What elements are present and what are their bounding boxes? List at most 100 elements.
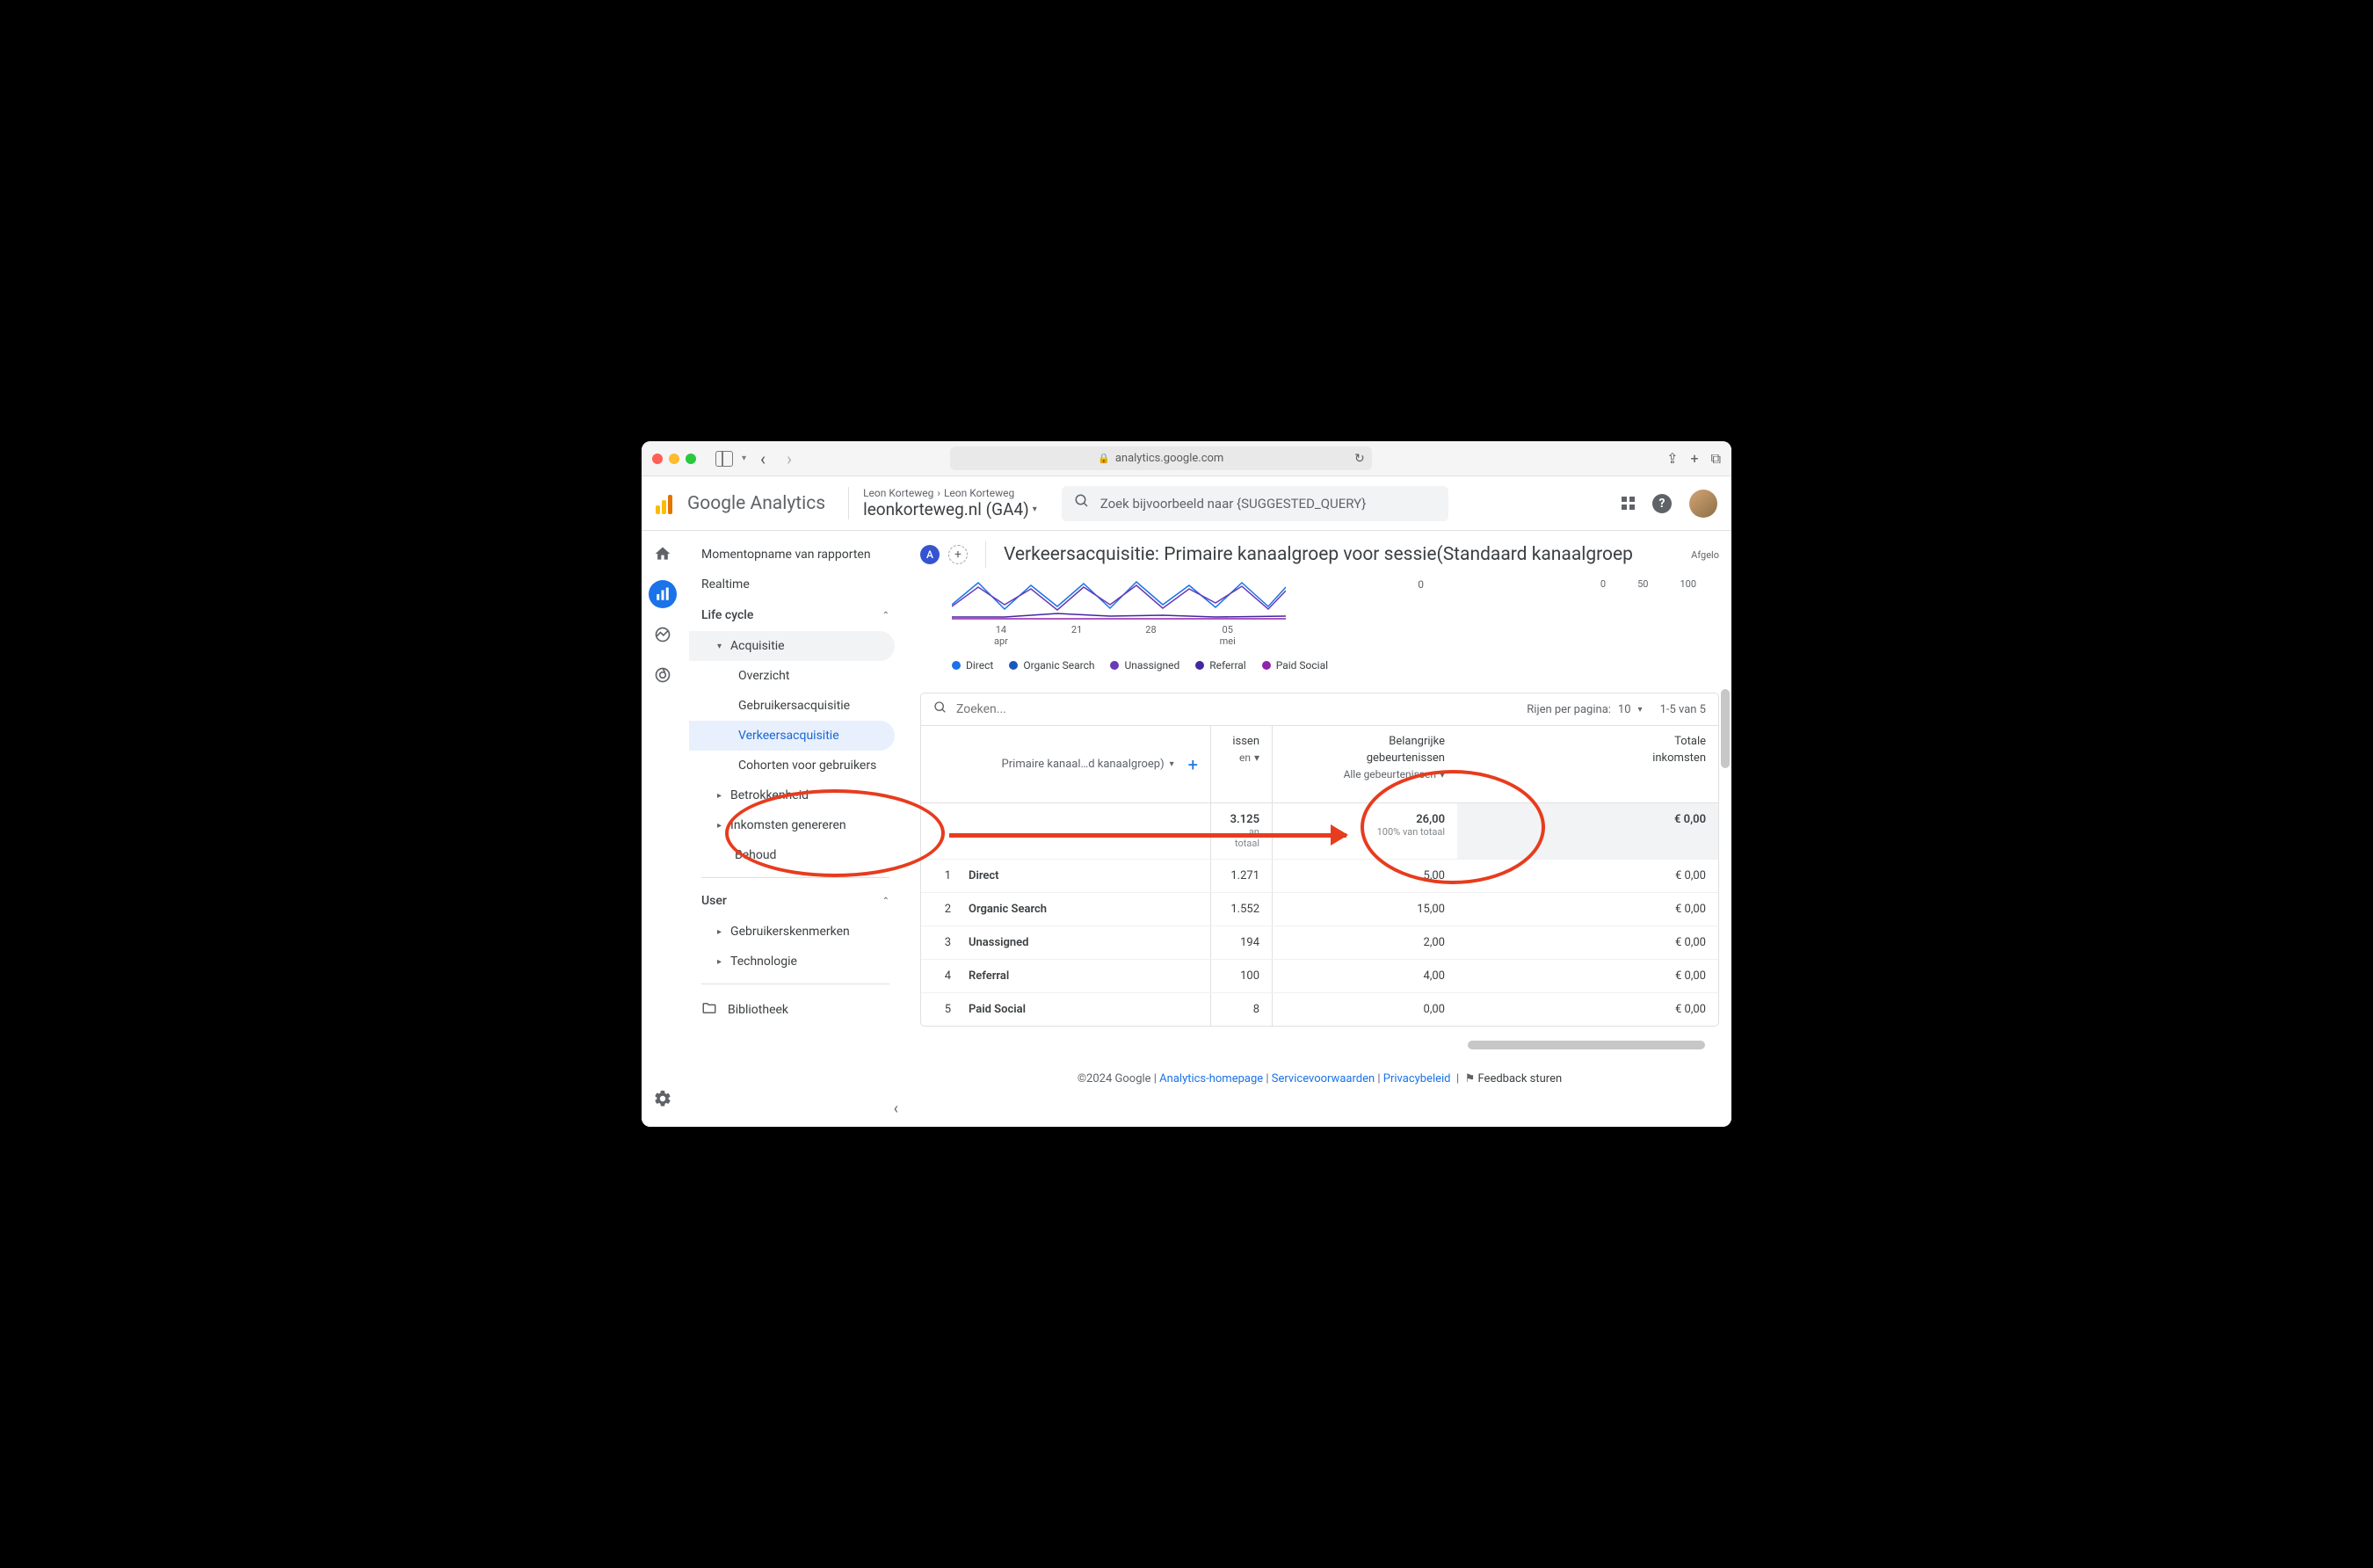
search-bar[interactable]: Zoek bijvoorbeeld naar {SUGGESTED_QUERY} xyxy=(1062,486,1448,521)
sidebar-item-retention[interactable]: Behoud xyxy=(689,840,902,870)
sidebar-item-overview[interactable]: Overzicht xyxy=(689,661,902,691)
collapse-sidebar-icon[interactable]: ‹ xyxy=(894,1100,898,1118)
table-row[interactable]: 2 Organic Search 1.552 15,00 € 0,00 xyxy=(921,893,1718,926)
add-dimension-button[interactable]: + xyxy=(1188,754,1198,775)
nav-rail xyxy=(642,531,684,1127)
legend-dot-icon xyxy=(1110,661,1119,670)
sidebar-item-user-attributes[interactable]: ▸Gebruikerskenmerken xyxy=(689,917,902,947)
avatar[interactable] xyxy=(1689,490,1717,518)
back-button[interactable]: ‹ xyxy=(753,448,773,469)
sidebar-item-acquisition[interactable]: ▾ Acquisitie xyxy=(689,631,895,661)
sidebar-item-snapshot[interactable]: Momentopname van rapporten xyxy=(689,540,902,570)
pagination-info: 1-5 van 5 xyxy=(1660,703,1706,716)
sidebar-item-cohorts[interactable]: Cohorten voor gebruikers xyxy=(689,751,902,780)
column-income[interactable]: Totale inkomsten xyxy=(1457,726,1718,802)
column-truncated[interactable]: issen en▾ xyxy=(1211,726,1273,802)
new-tab-icon[interactable]: + xyxy=(1690,450,1698,468)
chart-tick: 50 xyxy=(1637,578,1648,590)
chart-xlabel: 05mei xyxy=(1220,624,1236,647)
legend-item[interactable]: Paid Social xyxy=(1262,659,1328,671)
footer-link-homepage[interactable]: Analytics-homepage xyxy=(1159,1072,1263,1085)
sidebar-item-monetization[interactable]: ▸Inkomsten genereren xyxy=(689,810,902,840)
url-text: analytics.google.com xyxy=(1115,452,1224,465)
table-row[interactable]: 5 Paid Social 8 0,00 € 0,00 xyxy=(921,993,1718,1026)
feedback-icon: ⚑ xyxy=(1465,1072,1476,1085)
property-selector[interactable]: Leon Korteweg › Leon Korteweg leonkortew… xyxy=(848,487,1037,519)
legend-item[interactable]: Referral xyxy=(1195,659,1246,671)
sidebar-item-realtime[interactable]: Realtime xyxy=(689,570,902,599)
legend-item[interactable]: Organic Search xyxy=(1009,659,1094,671)
address-bar[interactable]: 🔒 analytics.google.com ↻ xyxy=(950,446,1372,470)
chevron-up-icon: ⌃ xyxy=(882,897,889,906)
sidebar-group-lifecycle[interactable]: Life cycle⌃ xyxy=(689,599,902,631)
sidebar-item-user-acq[interactable]: Gebruikersacquisitie xyxy=(689,691,902,721)
legend-dot-icon xyxy=(1195,661,1204,670)
help-icon[interactable]: ? xyxy=(1652,494,1672,513)
page-title: Verkeersacquisitie: Primaire kanaalgroep… xyxy=(1004,544,1633,565)
maximize-window-button[interactable] xyxy=(686,454,696,464)
chevron-down-icon[interactable]: ▾ xyxy=(742,454,746,463)
chevron-down-icon: ▾ xyxy=(1033,505,1037,514)
chevron-down-icon: ▾ xyxy=(1170,759,1174,769)
line-chart xyxy=(952,578,1286,622)
data-table: Rijen per pagina: 10 ▾ 1-5 van 5 Primair… xyxy=(920,693,1719,1027)
home-icon[interactable] xyxy=(649,540,677,568)
tabs-icon[interactable]: ⧉ xyxy=(1711,450,1721,468)
apps-icon[interactable] xyxy=(1622,497,1635,510)
sidebar-item-technology[interactable]: ▸Technologie xyxy=(689,947,902,976)
chevron-up-icon: ⌃ xyxy=(882,611,889,621)
chart-area: 0 14apr212805mei 050100 DirectOrganic Se… xyxy=(908,578,1731,693)
advertising-icon[interactable] xyxy=(649,661,677,689)
sidebar-item-engagement[interactable]: ▸Betrokkenheid xyxy=(689,780,902,810)
events-filter[interactable]: Alle gebeurtenissen▾ xyxy=(1344,768,1445,780)
annotation-arrow xyxy=(949,833,1346,838)
footer: ©2024 Google | Analytics-homepage | Serv… xyxy=(908,1049,1731,1096)
close-window-button[interactable] xyxy=(652,454,663,464)
legend-item[interactable]: Unassigned xyxy=(1110,659,1179,671)
footer-feedback[interactable]: Feedback sturen xyxy=(1478,1072,1563,1085)
horizontal-scrollbar[interactable] xyxy=(1468,1041,1705,1049)
chart-xlabel: 14apr xyxy=(994,624,1008,647)
segment-badge[interactable]: A xyxy=(920,545,940,564)
browser-toolbar: ▾ ‹ › 🔒 analytics.google.com ↻ ⇪ + ⧉ xyxy=(642,441,1731,476)
table-row[interactable]: 1 Direct 1.271 5,00 € 0,00 xyxy=(921,860,1718,893)
settings-icon[interactable] xyxy=(649,1085,677,1113)
reports-icon[interactable] xyxy=(649,580,677,608)
ga-header: Google Analytics Leon Korteweg › Leon Ko… xyxy=(642,476,1731,531)
table-row[interactable]: 3 Unassigned 194 2,00 € 0,00 xyxy=(921,926,1718,960)
sidebar-group-user[interactable]: User⌃ xyxy=(689,885,902,917)
search-placeholder: Zoek bijvoorbeeld naar {SUGGESTED_QUERY} xyxy=(1100,496,1367,512)
explore-icon[interactable] xyxy=(649,621,677,649)
column-key-events[interactable]: Belangrijke gebeurtenissen Alle gebeurte… xyxy=(1273,726,1457,802)
rows-per-page[interactable]: Rijen per pagina: 10 ▾ xyxy=(1527,703,1642,716)
sidebar: Momentopname van rapporten Realtime Life… xyxy=(684,531,908,1127)
content-area: A + Verkeersacquisitie: Primaire kanaalg… xyxy=(908,531,1731,1127)
legend-dot-icon xyxy=(1262,661,1271,670)
search-icon xyxy=(1074,493,1090,513)
sidebar-toggle-icon[interactable] xyxy=(715,451,733,467)
sidebar-item-traffic-acq[interactable]: Verkeersacquisitie xyxy=(689,721,895,751)
table-search-input[interactable] xyxy=(956,702,1527,716)
chevron-down-icon: ▾ xyxy=(1638,705,1643,715)
search-icon xyxy=(933,701,947,718)
breadcrumb: Leon Korteweg › Leon Korteweg xyxy=(863,487,1037,499)
footer-link-privacy[interactable]: Privacybeleid xyxy=(1383,1072,1451,1085)
chevron-down-icon: ▾ xyxy=(717,642,722,651)
ga-logo-icon xyxy=(656,493,675,514)
browser-window: ▾ ‹ › 🔒 analytics.google.com ↻ ⇪ + ⧉ Goo… xyxy=(642,441,1731,1127)
table-row[interactable]: 4 Referral 100 4,00 € 0,00 xyxy=(921,960,1718,993)
chart-tick: 0 xyxy=(1600,578,1606,590)
refresh-icon[interactable]: ↻ xyxy=(1354,452,1365,466)
folder-icon xyxy=(701,1000,717,1020)
totals-row: 3.125an totaal 26,00100% van totaal € 0,… xyxy=(921,803,1718,860)
forward-button: › xyxy=(780,448,799,469)
legend-item[interactable]: Direct xyxy=(952,659,993,671)
share-icon[interactable]: ⇪ xyxy=(1666,450,1678,468)
dimension-header[interactable]: Primaire kanaal…d kanaalgroep) ▾ + xyxy=(921,726,1211,802)
minimize-window-button[interactable] xyxy=(669,454,679,464)
add-segment-button[interactable]: + xyxy=(948,545,968,564)
header-tag: Afgelo xyxy=(1691,549,1719,561)
vertical-scrollbar[interactable] xyxy=(1721,689,1730,768)
sidebar-item-library[interactable]: Bibliotheek xyxy=(689,991,902,1028)
footer-link-terms[interactable]: Servicevoorwaarden xyxy=(1272,1072,1375,1085)
